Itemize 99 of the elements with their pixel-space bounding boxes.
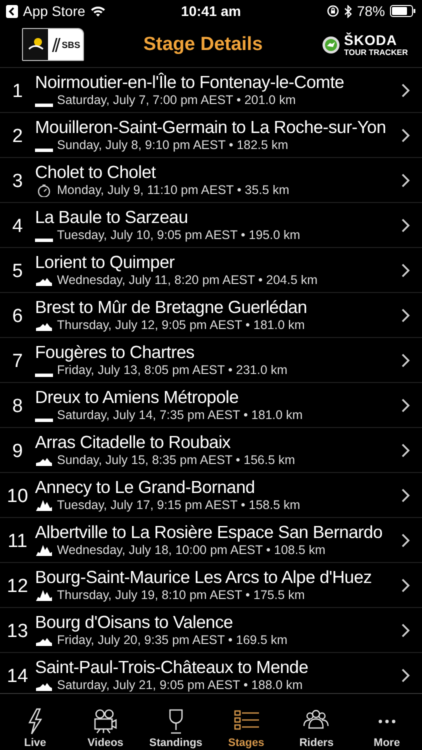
wifi-icon <box>90 5 106 17</box>
clock-time: 10:41 am <box>181 3 241 19</box>
chevron-icon <box>401 82 410 98</box>
stage-row[interactable]: 11 Albertville to La Rosière Espace San Bernardo Wednesday, July 18, 10:00 pm AEST • 108.5 km <box>0 518 422 563</box>
stage-row[interactable]: 13 Bourg d'Oisans to Valence Friday, July 20, 9:35 pm AEST • 169.5 km <box>0 608 422 653</box>
stage-row[interactable]: 5 Lorient to Quimper Wednesday, July 11, 8:20 pm AEST • 204.5 km <box>0 248 422 293</box>
stage-row[interactable]: 7 Fougères to Chartres Friday, July 13, 8:05 pm AEST • 231.0 km <box>0 338 422 383</box>
stage-details: Saturday, July 14, 7:35 pm AEST • 181.0 km <box>57 408 303 423</box>
tab-item[interactable]: Stages <box>210 694 282 750</box>
bluetooth-icon <box>344 4 352 18</box>
stage-number: 3 <box>11 170 24 193</box>
back-icon <box>6 4 18 18</box>
chevron-icon <box>401 398 410 412</box>
stage-number: 2 <box>11 125 24 148</box>
flat-profile-icon <box>35 103 53 107</box>
chevron-icon <box>401 128 410 142</box>
stage-row[interactable]: 10 Annecy to Le Grand-Bornand Tuesday, July 17, 9:15 pm AEST • 158.5 km <box>0 473 422 518</box>
chevron-icon <box>401 668 410 682</box>
stage-route: La Baule to Sarzeau <box>35 207 189 228</box>
rotation-lock-icon <box>326 5 339 17</box>
stage-number: 5 <box>11 260 24 283</box>
stage-number: 6 <box>11 305 24 328</box>
stage-number: 14 <box>6 665 30 688</box>
stage-row[interactable]: 9 Arras Citadelle to Roubaix Sunday, July 15, 8:35 pm AEST • 156.5 km <box>0 428 422 473</box>
stage-route: Bourg-Saint-Maurice Les Arcs to Alpe d'Huez <box>35 567 373 588</box>
chevron-icon <box>401 442 410 458</box>
chevron-icon <box>401 308 410 322</box>
back-app-label[interactable]: App Store <box>23 3 86 19</box>
stage-route: Albertville to La Rosière Espace San Bernardo <box>35 522 384 543</box>
stage-details: Saturday, July 21, 9:05 pm AEST • 188.0 km <box>57 678 303 693</box>
stage-details: Wednesday, July 11, 8:20 pm AEST • 204.5 km <box>57 273 318 288</box>
stage-number: 9 <box>11 440 24 463</box>
stage-route: Noirmoutier-en-l'Île to Fontenay-le-Comte <box>35 72 346 93</box>
tab-item[interactable]: Live <box>0 694 70 750</box>
chevron-icon <box>401 352 410 368</box>
stage-details: Friday, July 13, 8:05 pm AEST • 231.0 km <box>57 363 288 378</box>
flat-profile-icon <box>35 148 53 152</box>
stage-details: Tuesday, July 17, 9:15 pm AEST • 158.5 km <box>57 498 300 513</box>
stage-details: Tuesday, July 10, 9:05 pm AEST • 195.0 km <box>57 228 300 243</box>
stage-route: Bourg d'Oisans to Valence <box>35 612 234 633</box>
stripes-icon <box>50 38 61 52</box>
stage-route: Lorient to Quimper <box>35 252 176 273</box>
stage-row[interactable]: 6 Brest to Mûr de Bretagne Guerlédan Thursday, July 12, 9:05 pm AEST • 181.0 km <box>0 293 422 338</box>
stage-number: 10 <box>6 485 30 508</box>
mountain-profile-icon <box>35 589 53 602</box>
stage-details: Friday, July 20, 9:35 pm AEST • 169.5 km <box>57 633 288 648</box>
mountain-profile-icon <box>35 499 53 512</box>
stage-number: 4 <box>11 215 24 238</box>
stage-route: Annecy to Le Grand-Bornand <box>35 477 256 498</box>
stage-number: 11 <box>6 530 28 553</box>
stage-details: Saturday, July 7, 7:00 pm AEST • 201.0 km <box>57 93 296 108</box>
brand-subtitle: TOUR TRACKER <box>344 48 408 56</box>
stage-number: 8 <box>11 395 24 418</box>
tab-item[interactable]: More <box>352 694 422 750</box>
page-title: Stage Details <box>142 34 264 56</box>
stage-details: Monday, July 9, 11:10 pm AEST • 35.5 km <box>57 183 290 198</box>
chevron-icon <box>401 578 410 592</box>
stage-row[interactable]: 3 Cholet to Cholet Monday, July 9, 11:10 pm AEST • 35.5 km <box>0 158 422 203</box>
battery-percent: 78% <box>356 3 385 19</box>
stage-details: Thursday, July 12, 9:05 pm AEST • 181.0 km <box>57 318 305 333</box>
stage-number: 7 <box>11 350 24 373</box>
tab-item[interactable]: Standings <box>140 694 211 750</box>
stage-row[interactable]: 12 Bourg-Saint-Maurice Les Arcs to Alpe d'Huez Thursday, July 19, 8:10 pm AEST • 175.5 km <box>0 563 422 608</box>
stage-route: Saint-Paul-Trois-Châteaux to Mende <box>35 657 310 678</box>
stage-route: Cholet to Cholet <box>35 162 157 183</box>
stage-route: Dreux to Amiens Métropole <box>35 387 240 408</box>
chevron-icon <box>401 172 410 188</box>
tab-item[interactable]: Riders <box>281 694 352 750</box>
chevron-icon <box>401 622 410 638</box>
chevron-icon <box>401 532 410 548</box>
stage-route: Arras Citadelle to Roubaix <box>35 432 232 453</box>
stage-route: Fougères to Chartres <box>35 342 196 363</box>
stage-row[interactable]: 1 Noirmoutier-en-l'Île to Fontenay-le-Comte Saturday, July 7, 7:00 pm AEST • 201.0 km <box>0 68 422 113</box>
brand-name: ŠKODA <box>344 32 398 46</box>
flat-profile-icon <box>35 418 53 422</box>
tab-item[interactable]: Videos <box>70 694 141 750</box>
chevron-icon <box>401 488 410 502</box>
flat-profile-icon <box>35 373 53 377</box>
stage-route: Brest to Mûr de Bretagne Guerlédan <box>35 297 308 318</box>
battery-icon <box>390 5 416 17</box>
stopwatch-icon <box>35 184 53 197</box>
stage-number: 1 <box>11 80 24 103</box>
stage-details: Sunday, July 15, 8:35 pm AEST • 156.5 km <box>57 453 296 468</box>
logo-text: SBS <box>62 40 80 50</box>
lightning-icon <box>28 708 42 734</box>
stage-row[interactable]: 2 Mouilleron-Saint-Germain to La Roche-sur-Yon Sunday, July 8, 9:10 pm AEST • 182.5 km <box>0 113 422 158</box>
stage-details: Sunday, July 8, 9:10 pm AEST • 182.5 km <box>57 138 288 153</box>
stage-row[interactable]: 4 La Baule to Sarzeau Tuesday, July 10, 9:05 pm AEST • 195.0 km <box>0 203 422 248</box>
mountain-profile-icon <box>35 544 53 557</box>
stage-number: 13 <box>6 620 30 643</box>
flat-profile-icon <box>35 238 53 242</box>
more-icon <box>378 718 396 724</box>
chevron-icon <box>401 218 410 232</box>
stage-details: Thursday, July 19, 8:10 pm AEST • 175.5 km <box>57 588 305 603</box>
stage-details: Wednesday, July 18, 10:00 pm AEST • 108.5 km <box>57 543 326 558</box>
stage-row[interactable]: 8 Dreux to Amiens Métropole Saturday, July 14, 7:35 pm AEST • 181.0 km <box>0 383 422 428</box>
stage-number: 12 <box>6 575 30 598</box>
stage-route: Mouilleron-Saint-Germain to La Roche-sur-Yon <box>35 117 387 138</box>
chevron-icon <box>401 262 410 278</box>
